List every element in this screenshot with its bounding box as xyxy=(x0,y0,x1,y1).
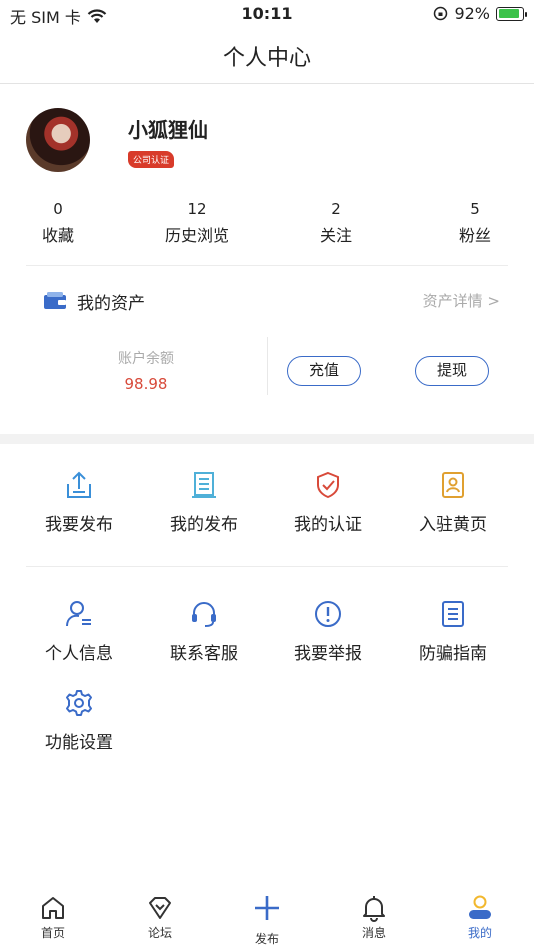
nav-bar: 个人中心 xyxy=(0,28,534,84)
document-list-icon xyxy=(192,472,216,498)
divider xyxy=(26,566,508,567)
withdraw-button[interactable]: 提现 xyxy=(415,356,489,386)
diamond-icon xyxy=(149,897,171,919)
home-icon xyxy=(42,897,64,919)
stats-row: 0 收藏 12 历史浏览 2 关注 5 粉丝 xyxy=(26,200,508,248)
grid-label: 我的发布 xyxy=(170,515,238,535)
status-bar: 无 SIM 卡 10:11 92% xyxy=(0,0,534,28)
company-verified-badge: 公司认证 xyxy=(128,151,175,168)
headset-icon xyxy=(192,602,216,627)
assets-header: 我的资产 资产详情 > xyxy=(44,288,504,314)
tab-publish[interactable]: 发布 xyxy=(237,894,297,947)
id-card-icon xyxy=(442,472,464,498)
stat-fans[interactable]: 5 粉丝 xyxy=(430,200,520,246)
wallet-icon xyxy=(44,292,66,309)
grid-label: 联系客服 xyxy=(170,644,238,664)
balance-value: 98.98 xyxy=(124,375,168,393)
plus-icon xyxy=(255,896,279,920)
stat-label: 粉丝 xyxy=(458,226,491,245)
grid-item-yellow-pages[interactable]: 入驻黄页 xyxy=(393,470,513,535)
stat-following[interactable]: 2 关注 xyxy=(291,200,381,246)
assets-detail-link[interactable]: 资产详情 > xyxy=(423,290,500,311)
battery-percent: 92% xyxy=(454,4,490,23)
grid-label: 我要举报 xyxy=(294,644,362,664)
grid-label: 功能设置 xyxy=(45,733,113,753)
divider xyxy=(26,265,508,266)
guide-document-icon xyxy=(442,601,464,627)
stat-count: 12 xyxy=(187,200,207,218)
tab-forum[interactable]: 论坛 xyxy=(130,894,190,941)
stat-history[interactable]: 12 历史浏览 xyxy=(152,200,242,246)
status-right: 92% xyxy=(433,4,527,23)
tab-label: 发布 xyxy=(254,932,279,946)
grid-item-report[interactable]: 我要举报 xyxy=(268,599,388,664)
tab-label: 首页 xyxy=(40,926,65,940)
stat-count: 0 xyxy=(53,200,63,218)
tab-label: 论坛 xyxy=(147,926,172,940)
battery-icon xyxy=(496,6,527,21)
grid-item-publish[interactable]: 我要发布 xyxy=(19,470,139,535)
tab-messages[interactable]: 消息 xyxy=(344,894,404,941)
tab-home[interactable]: 首页 xyxy=(23,894,83,941)
alert-circle-icon xyxy=(315,601,341,627)
grid-item-settings[interactable]: 功能设置 xyxy=(19,688,139,753)
gear-icon xyxy=(66,690,92,716)
recharge-button[interactable]: 充值 xyxy=(287,356,361,386)
grid-label: 入驻黄页 xyxy=(419,515,487,535)
balance-label: 账户余额 xyxy=(118,351,174,367)
shield-check-icon xyxy=(317,471,339,499)
tab-mine[interactable]: 我的 xyxy=(450,894,510,941)
grid-label: 我的认证 xyxy=(294,515,362,535)
assets-title: 我的资产 xyxy=(77,294,145,314)
grid-item-my-posts[interactable]: 我的发布 xyxy=(144,470,264,535)
stat-count: 5 xyxy=(470,200,480,218)
grid-item-verification[interactable]: 我的认证 xyxy=(268,470,388,535)
stat-label: 历史浏览 xyxy=(164,226,229,245)
tab-label: 我的 xyxy=(467,926,492,940)
vertical-divider xyxy=(267,337,268,395)
grid-item-customer-service[interactable]: 联系客服 xyxy=(144,599,264,664)
stat-label: 关注 xyxy=(319,226,352,245)
upload-icon xyxy=(67,471,91,498)
avatar[interactable] xyxy=(26,108,90,172)
grid-label: 我要发布 xyxy=(45,515,113,535)
username: 小狐狸仙 xyxy=(128,118,208,142)
grid-item-anti-fraud-guide[interactable]: 防骗指南 xyxy=(393,599,513,664)
bell-icon xyxy=(363,896,385,922)
orientation-lock-icon xyxy=(434,6,448,21)
grid-item-personal-info[interactable]: 个人信息 xyxy=(19,599,139,664)
user-info-icon xyxy=(66,601,91,627)
page-title: 个人中心 xyxy=(222,46,311,71)
user-icon xyxy=(469,895,491,919)
grid-label: 防骗指南 xyxy=(419,644,487,664)
section-separator xyxy=(0,434,534,444)
stat-count: 2 xyxy=(331,200,341,218)
tab-label: 消息 xyxy=(361,926,386,940)
grid-label: 个人信息 xyxy=(45,644,113,664)
tab-bar: 首页 论坛 发布 消息 我的 xyxy=(0,886,534,950)
stat-label: 收藏 xyxy=(41,226,74,245)
stat-favorites[interactable]: 0 收藏 xyxy=(13,200,103,246)
